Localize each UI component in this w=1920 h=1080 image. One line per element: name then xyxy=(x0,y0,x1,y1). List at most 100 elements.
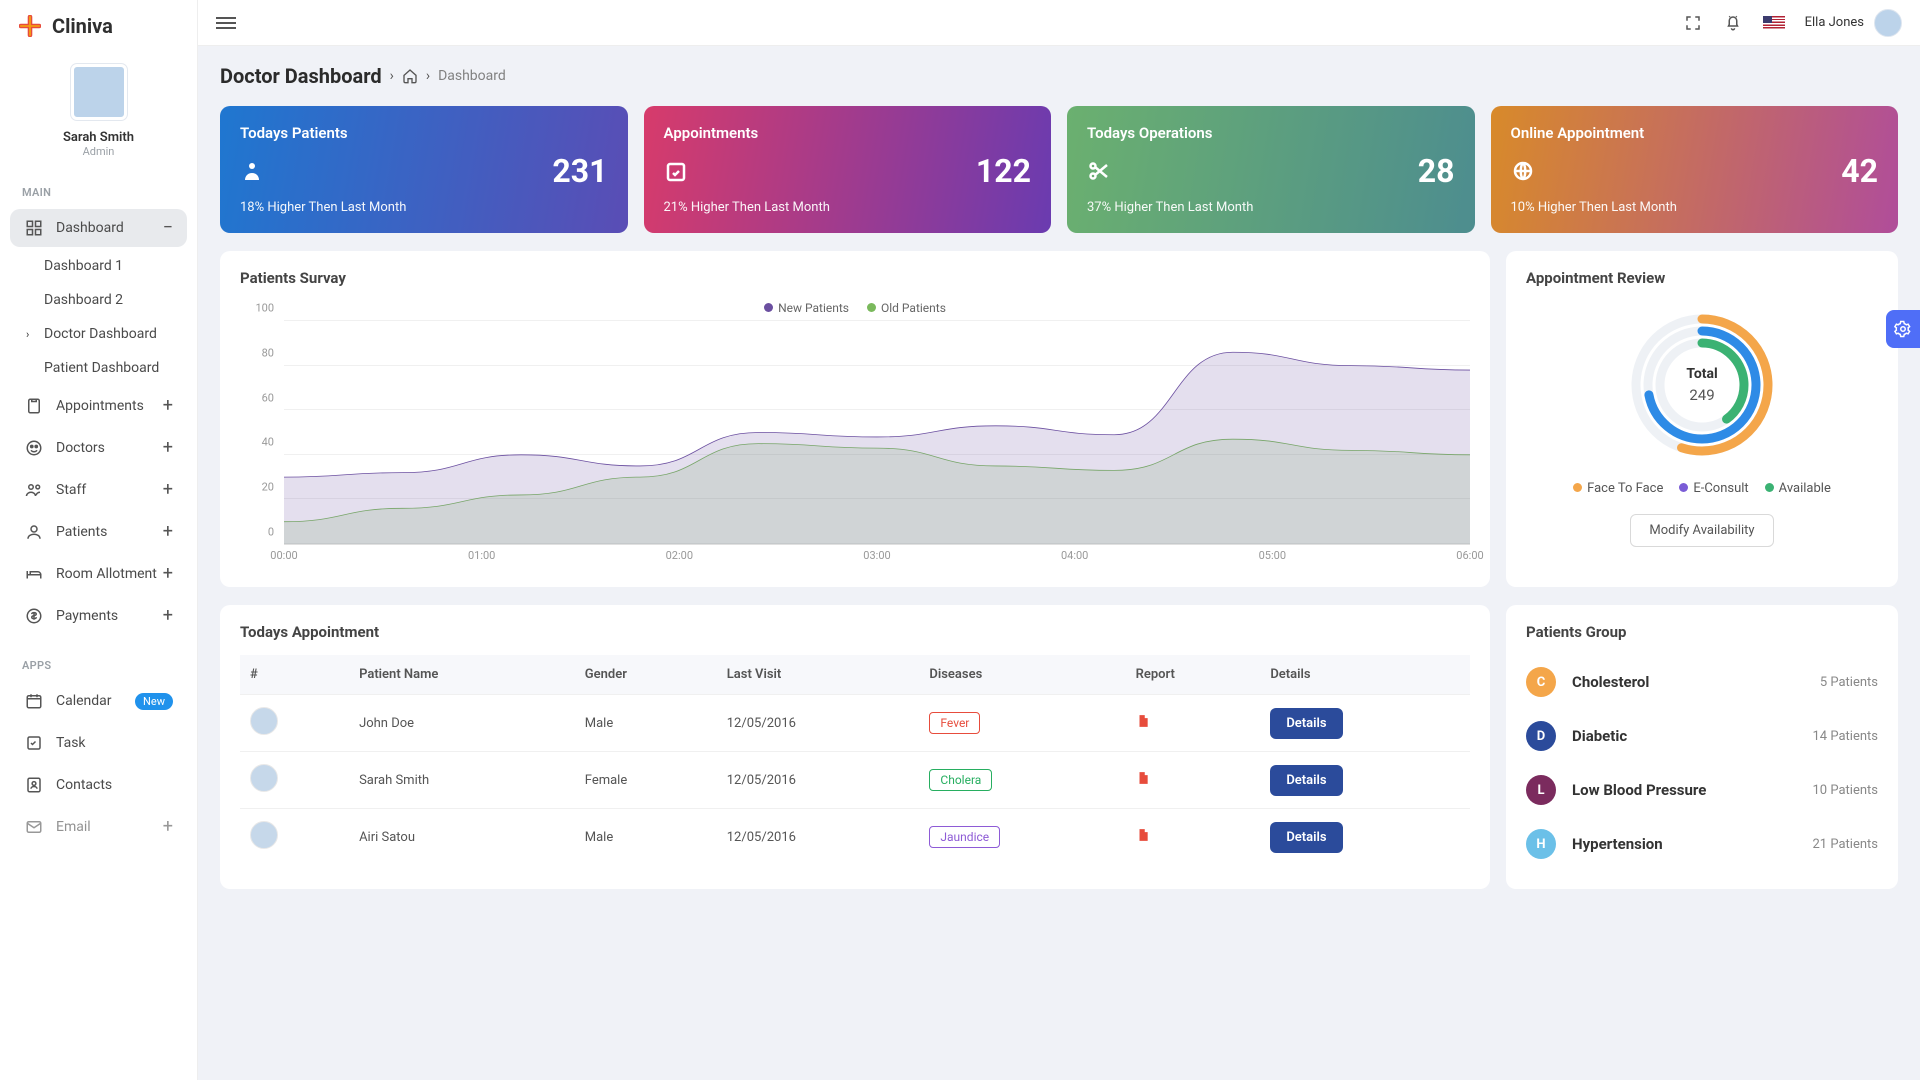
nav-contacts[interactable]: Contacts xyxy=(10,766,187,804)
pdf-icon[interactable] xyxy=(1136,718,1150,733)
patient-icon xyxy=(24,523,44,541)
scissors-icon xyxy=(1087,159,1111,183)
nav-calendar[interactable]: Calendar New xyxy=(10,682,187,720)
bell-icon[interactable] xyxy=(1723,13,1743,33)
plus-icon: + xyxy=(163,607,173,625)
modify-availability-button[interactable]: Modify Availability xyxy=(1630,514,1773,547)
plus-icon: + xyxy=(163,481,173,499)
stethoscope-icon xyxy=(24,439,44,457)
nav-task[interactable]: Task xyxy=(10,724,187,762)
group-row[interactable]: CCholesterol5 Patients xyxy=(1526,655,1878,709)
disease-pill: Cholera xyxy=(929,769,992,791)
nav-label: Dashboard xyxy=(56,220,163,236)
survey-legend: New Patients Old Patients xyxy=(240,301,1470,315)
nav-doctor-dashboard[interactable]: ›Doctor Dashboard xyxy=(0,317,197,351)
contacts-icon xyxy=(24,776,44,794)
group-badge: L xyxy=(1526,775,1556,805)
topbar-username[interactable]: Ella Jones xyxy=(1805,15,1864,30)
details-button[interactable]: Details xyxy=(1270,708,1342,739)
sidebar-profile: Sarah Smith Admin xyxy=(0,52,197,164)
page-title: Doctor Dashboard xyxy=(220,64,382,88)
home-icon[interactable] xyxy=(402,68,418,84)
group-badge: C xyxy=(1526,667,1556,697)
bed-icon xyxy=(24,565,44,583)
dashboard-icon xyxy=(24,219,44,237)
nav-dashboard-2[interactable]: Dashboard 2 xyxy=(0,283,197,317)
details-button[interactable]: Details xyxy=(1270,765,1342,796)
group-row[interactable]: HHypertension21 Patients xyxy=(1526,817,1878,871)
nav-patients[interactable]: Patients + xyxy=(10,513,187,551)
pdf-icon[interactable] xyxy=(1136,775,1150,790)
table-row: Airi SatouMale12/05/2016JaundiceDetails xyxy=(240,809,1470,866)
calendar-check-icon xyxy=(664,159,688,183)
patients-survey-panel: Patients Survay New Patients Old Patient… xyxy=(220,251,1490,587)
plus-icon: + xyxy=(163,523,173,541)
new-badge: New xyxy=(135,693,173,710)
details-button[interactable]: Details xyxy=(1270,822,1342,853)
stat-card-online: Online Appointment 42 10% Higher Then La… xyxy=(1491,106,1899,233)
user-md-icon xyxy=(240,159,264,183)
globe-icon xyxy=(1511,159,1535,183)
pdf-icon[interactable] xyxy=(1136,832,1150,847)
collapse-icon: − xyxy=(163,219,173,237)
topbar: Ella Jones xyxy=(198,0,1920,46)
disease-pill: Jaundice xyxy=(929,826,1000,848)
stat-card-operations: Todays Operations 28 37% Higher Then Las… xyxy=(1067,106,1475,233)
nav-section-apps: APPS xyxy=(0,637,197,680)
plus-icon: + xyxy=(163,565,173,583)
patient-avatar xyxy=(250,821,278,849)
nav-doctors[interactable]: Doctors + xyxy=(10,429,187,467)
chevron-right-icon: › xyxy=(426,68,430,84)
group-row[interactable]: LLow Blood Pressure10 Patients xyxy=(1526,763,1878,817)
people-icon xyxy=(24,481,44,499)
plus-icon: + xyxy=(163,397,173,415)
patient-avatar xyxy=(250,707,278,735)
dollar-icon xyxy=(24,607,44,625)
breadcrumb[interactable]: Dashboard xyxy=(438,68,506,84)
brand-name: Cliniva xyxy=(52,14,113,38)
survey-chart: 020406080100 00:0001:0002:0003:0004:0005… xyxy=(240,321,1470,569)
nav-staff[interactable]: Staff + xyxy=(10,471,187,509)
task-icon xyxy=(24,734,44,752)
stat-cards: Todays Patients 231 18% Higher Then Last… xyxy=(220,106,1898,233)
clipboard-icon xyxy=(24,397,44,415)
nav-patient-dashboard[interactable]: Patient Dashboard xyxy=(0,351,197,385)
profile-avatar[interactable] xyxy=(71,64,127,120)
calendar-icon xyxy=(24,692,44,710)
mail-icon xyxy=(24,818,44,836)
group-row[interactable]: DDiabetic14 Patients xyxy=(1526,709,1878,763)
settings-fab[interactable] xyxy=(1886,310,1920,348)
stat-card-appointments: Appointments 122 21% Higher Then Last Mo… xyxy=(644,106,1052,233)
nav-dashboard[interactable]: Dashboard − xyxy=(10,209,187,247)
nav-payments[interactable]: Payments + xyxy=(10,597,187,635)
nav-dashboard-1[interactable]: Dashboard 1 xyxy=(0,249,197,283)
plus-icon: + xyxy=(163,818,173,836)
review-legend: Face To Face E-Consult Available xyxy=(1573,481,1831,496)
appointment-review-panel: Appointment Review Total 249 Face To Fac… xyxy=(1506,251,1898,587)
review-donut: Total 249 xyxy=(1624,307,1780,463)
group-badge: D xyxy=(1526,721,1556,751)
sidebar: Cliniva Sarah Smith Admin MAIN Dashboard… xyxy=(0,0,198,1080)
topbar-avatar[interactable] xyxy=(1874,9,1902,37)
page-header: Doctor Dashboard › › Dashboard xyxy=(220,64,1898,88)
nav-email[interactable]: Email + xyxy=(10,808,187,846)
menu-toggle[interactable] xyxy=(216,14,236,32)
chevron-right-icon: › xyxy=(390,68,394,84)
patient-avatar xyxy=(250,764,278,792)
nav-room[interactable]: Room Allotment + xyxy=(10,555,187,593)
profile-role: Admin xyxy=(83,145,115,158)
stat-card-patients: Todays Patients 231 18% Higher Then Last… xyxy=(220,106,628,233)
patients-group-panel: Patients Group CCholesterol5 PatientsDDi… xyxy=(1506,605,1898,889)
flag-icon[interactable] xyxy=(1763,16,1785,30)
chevron-right-icon: › xyxy=(26,328,40,341)
profile-name: Sarah Smith xyxy=(63,130,134,145)
group-badge: H xyxy=(1526,829,1556,859)
disease-pill: Fever xyxy=(929,712,980,734)
nav-appointments[interactable]: Appointments + xyxy=(10,387,187,425)
appointments-table: # Patient Name Gender Last Visit Disease… xyxy=(240,655,1470,865)
table-row: Sarah SmithFemale12/05/2016CholeraDetail… xyxy=(240,752,1470,809)
brand[interactable]: Cliniva xyxy=(0,0,197,52)
todays-appointment-panel: Todays Appointment # Patient Name Gender… xyxy=(220,605,1490,889)
plus-icon: + xyxy=(163,439,173,457)
fullscreen-icon[interactable] xyxy=(1683,13,1703,33)
